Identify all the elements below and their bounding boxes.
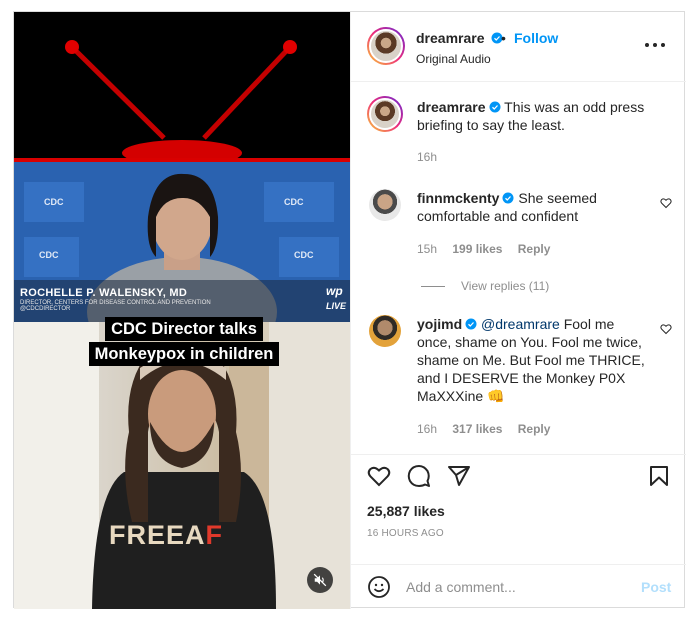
lower-third-title: DIRECTOR, CENTERS FOR DISEASE CONTROL AN… bbox=[20, 300, 211, 312]
caption-text: dreamrare This was an odd press briefing… bbox=[417, 98, 652, 134]
comment-likes[interactable]: 199 likes bbox=[452, 242, 502, 256]
tv-antenna-graphic bbox=[14, 12, 350, 166]
comment-username[interactable]: yojimd bbox=[417, 316, 462, 332]
post-video[interactable]: CDC CDC CDC CDC ROCHELLE P. WALENSKY, MD… bbox=[14, 12, 350, 609]
comment-like-heart-icon[interactable] bbox=[660, 197, 672, 209]
network-logo: wp LIVE bbox=[325, 284, 346, 311]
comment-meta: 15h 199 likes Reply bbox=[417, 242, 562, 256]
follow-button[interactable]: Follow bbox=[514, 30, 558, 46]
verified-badge-icon bbox=[465, 318, 477, 330]
post-actions: 25,887 likes 16 HOURS AGO bbox=[351, 454, 686, 564]
post-header: dreamrare • Follow Original Audio bbox=[351, 12, 686, 82]
muted-speaker-icon bbox=[313, 573, 327, 587]
bookmark-icon[interactable] bbox=[647, 464, 671, 488]
comment-likes[interactable]: 317 likes bbox=[452, 422, 502, 436]
more-horizontal-icon[interactable] bbox=[643, 37, 667, 53]
comments-list: dreamrare This was an odd press briefing… bbox=[351, 82, 686, 454]
cdc-backdrop-logo: CDC bbox=[294, 250, 314, 260]
video-caption-line-1: CDC Director talks bbox=[105, 317, 263, 341]
comment-text: yojimd @dreamrare Fool me once, shame on… bbox=[417, 315, 652, 405]
likes-count[interactable]: 25,887 likes bbox=[367, 503, 445, 519]
mute-toggle-button[interactable] bbox=[307, 567, 333, 593]
comment-time[interactable]: 16h bbox=[417, 422, 437, 436]
heart-icon[interactable] bbox=[367, 464, 391, 488]
comment-mention-link[interactable]: @dreamrare bbox=[481, 316, 560, 332]
caption-author-avatar[interactable] bbox=[367, 96, 403, 132]
view-replies-button[interactable]: View replies (11) bbox=[421, 279, 549, 293]
audio-label[interactable]: Original Audio bbox=[416, 52, 491, 66]
lower-third-name: ROCHELLE P. WALENSKY, MD bbox=[20, 287, 188, 299]
cdc-backdrop-logo: CDC bbox=[284, 197, 304, 207]
commenter-avatar[interactable] bbox=[369, 315, 401, 347]
author-avatar[interactable] bbox=[367, 27, 405, 65]
shirt-print: FREEAF bbox=[109, 520, 224, 550]
caption-username[interactable]: dreamrare bbox=[417, 99, 486, 115]
cdc-backdrop-logo: CDC bbox=[44, 197, 64, 207]
comment-bubble-icon[interactable] bbox=[407, 464, 431, 488]
post-modal: CDC CDC CDC CDC ROCHELLE P. WALENSKY, MD… bbox=[13, 11, 686, 609]
comment-input[interactable] bbox=[406, 574, 626, 600]
comment-reply-button[interactable]: Reply bbox=[518, 422, 551, 436]
caption-time[interactable]: 16h bbox=[417, 150, 437, 164]
video-caption-overlay: CDC Director talks Monkeypox in children bbox=[86, 317, 282, 367]
commenter-avatar[interactable] bbox=[369, 189, 401, 221]
comment-time[interactable]: 15h bbox=[417, 242, 437, 256]
posted-time[interactable]: 16 HOURS AGO bbox=[367, 528, 444, 539]
smiley-icon[interactable] bbox=[367, 575, 391, 599]
comment-username[interactable]: finnmckenty bbox=[417, 190, 499, 206]
header-separator: • bbox=[501, 30, 506, 46]
video-caption-line-2: Monkeypox in children bbox=[88, 342, 280, 366]
comment-meta: 16h 317 likes Reply bbox=[417, 422, 562, 436]
comment-reply-button[interactable]: Reply bbox=[518, 242, 551, 256]
caption-meta: 16h bbox=[417, 150, 449, 164]
cdc-backdrop-logo: CDC bbox=[39, 250, 59, 260]
post-details-panel: dreamrare • Follow Original Audio dreamr… bbox=[350, 12, 686, 609]
comment-text: finnmckenty She seemed comfortable and c… bbox=[417, 189, 652, 225]
author-username[interactable]: dreamrare bbox=[416, 30, 503, 46]
verified-badge-icon bbox=[502, 192, 514, 204]
comment-like-heart-icon[interactable] bbox=[660, 323, 672, 335]
verified-badge-icon bbox=[489, 101, 500, 113]
paper-plane-icon[interactable] bbox=[447, 464, 471, 488]
add-comment-bar: Post bbox=[351, 564, 686, 609]
post-comment-button[interactable]: Post bbox=[641, 579, 671, 595]
